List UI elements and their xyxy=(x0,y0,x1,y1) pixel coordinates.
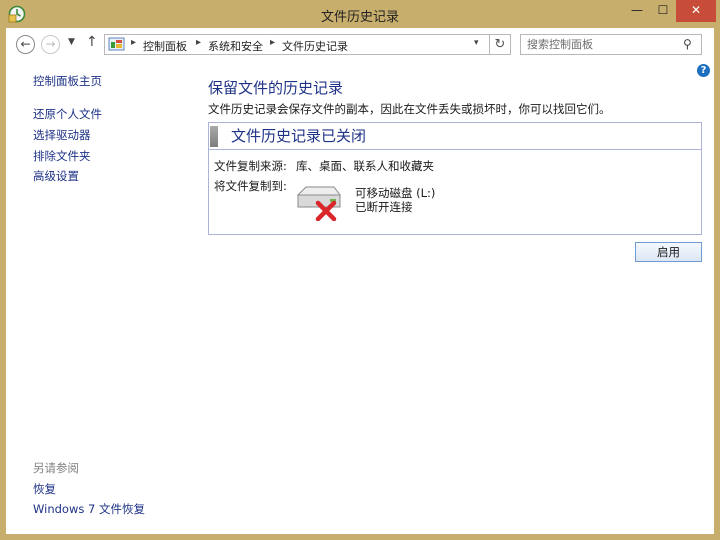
breadcrumb-system-security[interactable]: 系统和安全 xyxy=(208,38,263,54)
breadcrumb-separator-icon: ▸ xyxy=(196,37,202,48)
arrow-left-icon: ← xyxy=(20,37,31,51)
status-panel: 文件历史记录已关闭 文件复制来源: 库、桌面、联系人和收藏夹 将文件复制到: 可… xyxy=(208,122,702,235)
select-drive-link[interactable]: 选择驱动器 xyxy=(33,127,91,143)
recent-pages-dropdown[interactable]: ▼ xyxy=(68,37,75,47)
forward-button[interactable]: → xyxy=(41,35,60,54)
breadcrumb-control-panel[interactable]: 控制面板 xyxy=(143,38,187,54)
search-box[interactable]: ⚲ xyxy=(520,34,702,55)
up-button[interactable]: ↑ xyxy=(86,34,98,50)
breadcrumb-separator-icon: ▸ xyxy=(131,37,137,48)
advanced-settings-link[interactable]: 高级设置 xyxy=(33,168,79,184)
close-button[interactable]: ✕ xyxy=(676,0,716,22)
status-panel-header: 文件历史记录已关闭 xyxy=(209,123,701,150)
control-panel-icon xyxy=(108,37,125,51)
navigation-bar: ← → ▼ ↑ ▸ 控制面板 ▸ 系统和安全 ▸ 文件历史记录 ▾ ↻ 搜索控制… xyxy=(6,28,714,60)
minimize-button[interactable]: — xyxy=(624,0,650,22)
refresh-icon: ↻ xyxy=(494,37,506,52)
breadcrumb-separator-icon: ▸ xyxy=(270,37,276,48)
source-label: 文件复制来源: xyxy=(214,159,287,173)
address-dropdown-icon[interactable]: ▾ xyxy=(474,38,479,48)
enable-button[interactable]: 启用 xyxy=(635,242,702,262)
breadcrumb-file-history[interactable]: 文件历史记录 xyxy=(282,38,348,54)
back-button[interactable]: ← xyxy=(16,35,35,54)
windows7-file-recovery-link[interactable]: Windows 7 文件恢复 xyxy=(33,501,145,517)
app-window: 文件历史记录 — ☐ ✕ ← → ▼ ↑ ▸ 控制面板 ▸ 系统和安全 ▸ 文件… xyxy=(0,0,720,540)
help-icon[interactable]: ? xyxy=(697,64,710,77)
client-area: ← → ▼ ↑ ▸ 控制面板 ▸ 系统和安全 ▸ 文件历史记录 ▾ ↻ 搜索控制… xyxy=(6,28,714,534)
control-panel-home-link[interactable]: 控制面板主页 xyxy=(33,73,102,89)
title-bar[interactable]: 文件历史记录 — ☐ ✕ xyxy=(0,0,720,28)
refresh-button[interactable]: ↻ xyxy=(490,34,511,55)
arrow-up-icon: ↑ xyxy=(86,34,98,50)
arrow-right-icon: → xyxy=(45,37,56,51)
target-label: 将文件复制到: xyxy=(214,179,287,193)
status-title: 文件历史记录已关闭 xyxy=(231,127,367,145)
search-input[interactable] xyxy=(527,37,675,52)
maximize-button[interactable]: ☐ xyxy=(650,0,676,22)
search-icon[interactable]: ⚲ xyxy=(683,37,692,51)
page-heading: 保留文件的历史记录 xyxy=(208,79,344,97)
page-description: 文件历史记录会保存文件的副本，因此在文件丢失或损坏时，你可以找回它们。 xyxy=(208,102,611,116)
recovery-link[interactable]: 恢复 xyxy=(33,481,56,497)
exclude-folders-link[interactable]: 排除文件夹 xyxy=(33,148,91,164)
window-title: 文件历史记录 xyxy=(320,10,399,25)
address-bar[interactable]: ▸ 控制面板 ▸ 系统和安全 ▸ 文件历史记录 ▾ xyxy=(104,34,490,55)
restore-personal-files-link[interactable]: 还原个人文件 xyxy=(33,106,102,122)
chevron-down-icon: ▼ xyxy=(68,37,75,47)
disconnected-drive-icon xyxy=(296,186,341,221)
source-value: 库、桌面、联系人和收藏夹 xyxy=(296,159,434,173)
see-also-title: 另请参阅 xyxy=(33,461,79,475)
drive-status: 已断开连接 xyxy=(355,200,413,214)
status-indicator-bar xyxy=(210,126,218,147)
